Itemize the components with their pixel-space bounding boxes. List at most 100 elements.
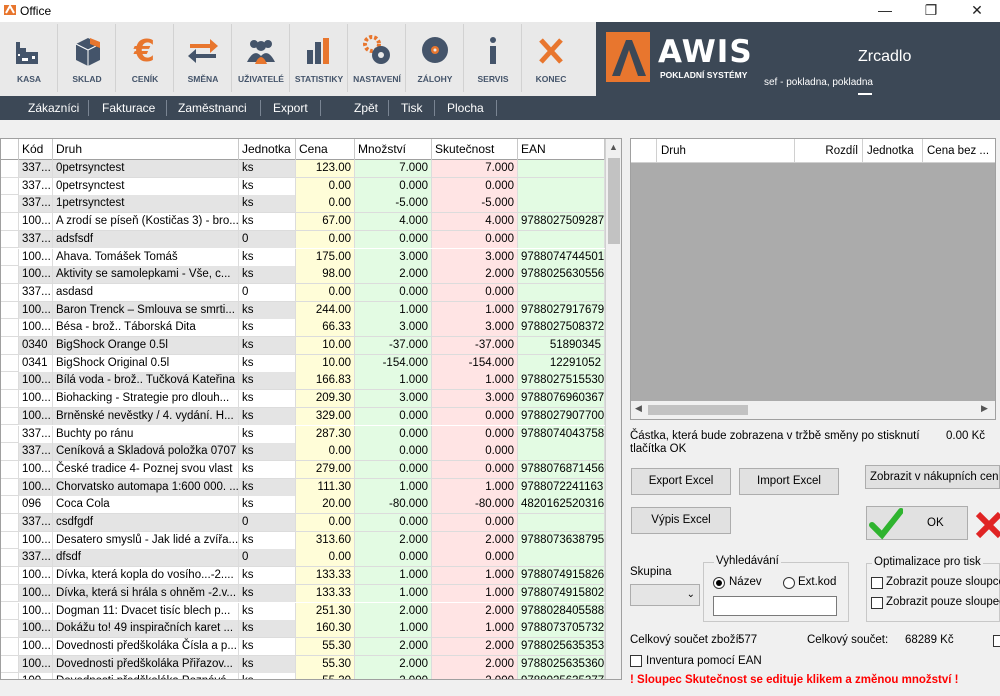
cell-skutecnost[interactable]: -5.000	[432, 195, 518, 213]
cell-skutecnost[interactable]: 0.000	[432, 177, 518, 195]
cell-skutecnost[interactable]: 0.000	[432, 549, 518, 567]
cell-skutecnost[interactable]: -80.000	[432, 496, 518, 514]
table-row[interactable]: 100... Baron Trenck – Smlouva se smrti...…	[1, 301, 605, 320]
row-selector[interactable]	[1, 496, 19, 514]
table-row[interactable]: 100... České tradice 4- Poznej svou vlast…	[1, 460, 605, 479]
cell-skutecnost[interactable]: 2.000	[432, 673, 518, 679]
menu-item-tisk[interactable]: Tisk	[401, 101, 423, 115]
cell-skutecnost[interactable]: 2.000	[432, 655, 518, 673]
row-selector[interactable]	[1, 443, 19, 461]
table-row[interactable]: 100... Bésa - brož.. Táborská Dita ks 66.33…	[1, 319, 605, 337]
row-selector[interactable]	[1, 266, 19, 284]
row-selector[interactable]	[1, 478, 19, 496]
menu-item-fakturace[interactable]: Fakturace	[102, 101, 155, 115]
table-row[interactable]: 337... 0petrsynctest ks 123.00 7.000 7.000	[1, 160, 605, 178]
row-selector[interactable]	[1, 655, 19, 673]
cell-skutecnost[interactable]: 0.000	[432, 460, 518, 478]
toolbar-button-kasa[interactable]: KASA	[0, 24, 58, 92]
vypis-excel-button[interactable]: Výpis Excel	[631, 507, 731, 534]
row-selector[interactable]	[1, 283, 19, 301]
cell-skutecnost[interactable]: 2.000	[432, 637, 518, 655]
minimize-button[interactable]: —	[862, 0, 908, 22]
cell-skutecnost[interactable]: 0.000	[432, 230, 518, 248]
table-row[interactable]: 100... Dovednosti předškoláka Čísla a p..…	[1, 637, 605, 656]
menu-item-plocha[interactable]: Plocha	[447, 101, 484, 115]
column-header-kod[interactable]: Kód	[19, 139, 53, 160]
row-selector[interactable]	[1, 248, 19, 266]
cell-skutecnost[interactable]: -154.000	[432, 354, 518, 372]
menu-item-zakaznici[interactable]: Zákazníci	[28, 101, 79, 115]
toolbar-button-konec[interactable]: KONEC	[522, 24, 580, 92]
table-row[interactable]: 100... Dokážu to! 49 inspiračních karet .…	[1, 620, 605, 638]
toolbar-button-cenik[interactable]: € CENÍK	[116, 24, 174, 92]
cell-skutecnost[interactable]: 0.000	[432, 425, 518, 443]
row-selector[interactable]	[1, 531, 19, 549]
search-by-extcode-radio[interactable]	[783, 577, 795, 589]
row-selector[interactable]	[1, 337, 19, 354]
row-selector[interactable]	[1, 567, 19, 585]
table-row[interactable]: 337... csdfgdf 0 0.00 0.000 0.000	[1, 514, 605, 532]
row-selector[interactable]	[1, 230, 19, 248]
row-selector[interactable]	[1, 673, 19, 679]
import-excel-button[interactable]: Import Excel	[739, 468, 839, 495]
ean-inventory-checkbox[interactable]	[630, 655, 642, 667]
menu-item-export[interactable]: Export	[273, 101, 308, 115]
table-row[interactable]: 100... Desatero smyslů - Jak lidé a zvířa…	[1, 531, 605, 550]
cell-skutecnost[interactable]: 1.000	[432, 620, 518, 638]
column-header-cena[interactable]: Cena	[296, 139, 355, 160]
cell-skutecnost[interactable]: 1.000	[432, 567, 518, 585]
show-columns-checkbox[interactable]	[871, 577, 883, 589]
table-row[interactable]: 337... Buchty po ránu ks 287.30 0.000 0.000 97…	[1, 425, 605, 444]
search-by-name-radio[interactable]	[713, 577, 725, 589]
column-header-jednotka[interactable]: Jednotka	[239, 139, 296, 160]
menu-item-zpet[interactable]: Zpět	[354, 101, 378, 115]
row-selector[interactable]	[1, 425, 19, 443]
table-row[interactable]: 096 Coca Cola ks 20.00 -80.000 -80.000 4820162…	[1, 496, 605, 514]
show-column-checkbox[interactable]	[871, 597, 883, 609]
row-selector[interactable]	[1, 319, 19, 337]
column-header-rozdil[interactable]: Rozdíl	[795, 139, 863, 163]
row-selector[interactable]	[1, 460, 19, 478]
column-header-skutecnost[interactable]: Skutečnost	[432, 139, 518, 160]
cell-skutecnost[interactable]: 0.000	[432, 514, 518, 531]
cancel-x-icon[interactable]	[974, 506, 1000, 540]
cell-skutecnost[interactable]: 1.000	[432, 584, 518, 602]
cell-skutecnost[interactable]: 3.000	[432, 319, 518, 337]
show-purchase-prices-button[interactable]: Zobrazit v nákupních cenách	[865, 465, 1000, 489]
toolbar-button-uzivatele[interactable]: UŽIVATELÉ	[232, 24, 290, 92]
ok-button[interactable]: OK	[866, 506, 968, 540]
cell-skutecnost[interactable]: 0.000	[432, 443, 518, 461]
column-header-druh[interactable]: Druh	[657, 139, 795, 163]
column-header-druh[interactable]: Druh	[53, 139, 239, 160]
cell-skutecnost[interactable]: 2.000	[432, 266, 518, 284]
column-header-cena-bez[interactable]: Cena bez ...	[923, 139, 995, 163]
table-row[interactable]: 337... asdasd 0 0.00 0.000 0.000	[1, 283, 605, 302]
cell-skutecnost[interactable]: 1.000	[432, 372, 518, 390]
row-selector[interactable]	[1, 372, 19, 390]
extra-checkbox[interactable]	[993, 635, 1000, 647]
toolbar-button-nastaveni[interactable]: NASTAVENÍ	[348, 24, 406, 92]
cell-skutecnost[interactable]: 1.000	[432, 478, 518, 496]
row-selector[interactable]	[1, 195, 19, 213]
row-selector[interactable]	[1, 390, 19, 408]
cell-skutecnost[interactable]: -37.000	[432, 337, 518, 354]
table-row[interactable]: 100... Biohacking - Strategie pro dlouh..…	[1, 390, 605, 408]
row-selector[interactable]	[1, 602, 19, 620]
menu-item-zamestnanci[interactable]: Zaměstnanci	[178, 101, 247, 115]
table-row[interactable]: 100... Dívka, která si hrála s ohněm -2.v…	[1, 584, 605, 603]
cell-skutecnost[interactable]: 4.000	[432, 213, 518, 231]
row-selector[interactable]	[1, 213, 19, 231]
table-row[interactable]: 0341 BigShock Original 0.5l ks 10.00 -154.00…	[1, 354, 605, 373]
table-row[interactable]: 337... 1petrsynctest ks 0.00 -5.000 -5.000	[1, 195, 605, 214]
table-row[interactable]: 100... Chorvatsko automapa 1:600 000. ...…	[1, 478, 605, 497]
table-row[interactable]: 100... Brněnské nevěstky / 4. vydání. H..…	[1, 407, 605, 426]
difference-table-horizontal-scrollbar[interactable]: ◀ ▶	[631, 401, 995, 419]
search-input[interactable]	[713, 596, 837, 616]
export-excel-button[interactable]: Export Excel	[631, 468, 731, 495]
cell-skutecnost[interactable]: 1.000	[432, 301, 518, 319]
column-header-ean[interactable]: EAN	[518, 139, 605, 160]
grid-vertical-scrollbar[interactable]: ▲	[605, 139, 621, 679]
toolbar-button-zalohy[interactable]: ZÁLOHY	[406, 24, 464, 92]
table-row[interactable]: 100... A zrodí se píseň (Kostičas 3) - br…	[1, 213, 605, 231]
toolbar-button-smena[interactable]: SMĚNA	[174, 24, 232, 92]
